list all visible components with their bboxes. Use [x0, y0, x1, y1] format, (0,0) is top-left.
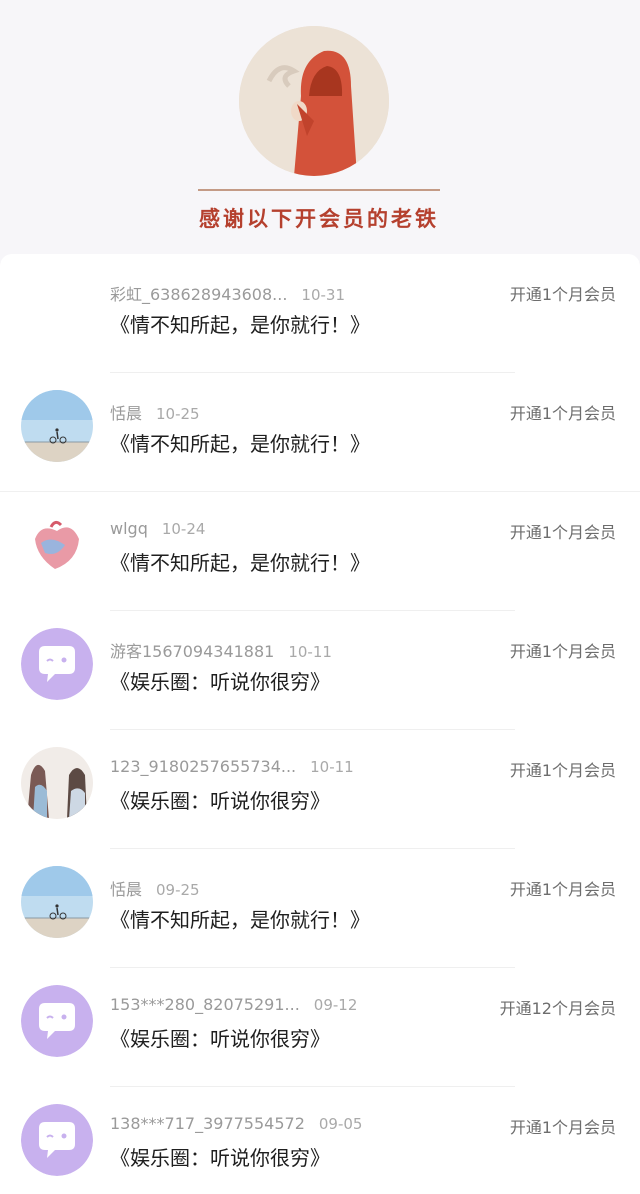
- divider: [198, 189, 440, 191]
- user-meta: 恬晨 09-25: [110, 876, 200, 900]
- avatar[interactable]: [21, 866, 93, 938]
- list-item[interactable]: 153***280_82075291... 09-12 《娱乐圈：听说你很穷》 开…: [0, 968, 640, 1087]
- user-meta: 153***280_82075291... 09-12: [110, 995, 357, 1014]
- list-item[interactable]: 游客1567094341881 10-11 《娱乐圈：听说你很穷》 开通1个月会员: [0, 611, 640, 730]
- username: 123_9180257655734...: [110, 757, 297, 776]
- book-title: 《娱乐圈：听说你很穷》: [110, 670, 330, 694]
- membership-plan: 开通1个月会员: [509, 642, 616, 661]
- date: 09-12: [313, 996, 358, 1014]
- date: 10-24: [161, 520, 206, 538]
- member-list: 彩虹_638628943608... 10-31 《情不知所起，是你就行！》 开通…: [0, 254, 640, 1194]
- username: 138***717_3977554572: [110, 1114, 305, 1133]
- list-item[interactable]: 123_9180257655734... 10-11 《娱乐圈：听说你很穷》 开通…: [0, 730, 640, 849]
- user-meta: 游客1567094341881 10-11: [110, 638, 332, 662]
- list-item[interactable]: 彩虹_638628943608... 10-31 《情不知所起，是你就行！》 开通…: [0, 254, 640, 373]
- username: 彩虹_638628943608...: [110, 285, 288, 304]
- membership-plan: 开通12个月会员: [499, 999, 616, 1018]
- membership-plan: 开通1个月会员: [509, 404, 616, 423]
- list-item[interactable]: wlgq 10-24 《情不知所起，是你就行！》 开通1个月会员: [0, 492, 640, 611]
- book-title: 《情不知所起，是你就行！》: [110, 908, 370, 932]
- book-title: 《情不知所起，是你就行！》: [110, 313, 370, 337]
- date: 10-11: [310, 758, 354, 776]
- thanks-caption: 感谢以下开会员的老铁: [199, 206, 439, 231]
- membership-plan: 开通1个月会员: [509, 880, 616, 899]
- avatar[interactable]: [21, 985, 93, 1057]
- user-meta: 彩虹_638628943608... 10-31: [110, 281, 345, 305]
- book-title: 《情不知所起，是你就行！》: [110, 432, 370, 456]
- header-banner: 感谢以下开会员的老铁: [0, 0, 640, 262]
- avatar[interactable]: [21, 390, 93, 462]
- avatar[interactable]: [21, 509, 93, 581]
- avatar[interactable]: [21, 747, 93, 819]
- username: 恬晨: [110, 880, 143, 899]
- book-title: 《娱乐圈：听说你很穷》: [110, 789, 330, 813]
- avatar[interactable]: [21, 1104, 93, 1176]
- username: 153***280_82075291...: [110, 995, 300, 1014]
- membership-plan: 开通1个月会员: [509, 761, 616, 780]
- username: wlgq: [110, 519, 148, 538]
- username: 游客1567094341881: [110, 642, 275, 661]
- list-item[interactable]: 恬晨 09-25 《情不知所起，是你就行！》 开通1个月会员: [0, 849, 640, 968]
- membership-plan: 开通1个月会员: [509, 523, 616, 542]
- hooded-figure-avatar: [239, 26, 389, 176]
- list-item[interactable]: 138***717_3977554572 09-05 《娱乐圈：听说你很穷》 开通…: [0, 1087, 640, 1194]
- avatar[interactable]: [21, 628, 93, 700]
- user-meta: 恬晨 10-25: [110, 400, 200, 424]
- date: 10-11: [288, 643, 332, 661]
- user-meta: 138***717_3977554572 09-05: [110, 1114, 362, 1133]
- user-meta: 123_9180257655734... 10-11: [110, 757, 354, 776]
- membership-plan: 开通1个月会员: [509, 1118, 616, 1137]
- date: 10-25: [156, 405, 200, 423]
- membership-plan: 开通1个月会员: [509, 285, 616, 304]
- book-title: 《娱乐圈：听说你很穷》: [110, 1146, 330, 1170]
- list-item[interactable]: 恬晨 10-25 《情不知所起，是你就行！》 开通1个月会员: [0, 373, 640, 492]
- date: 10-31: [301, 286, 346, 304]
- book-title: 《情不知所起，是你就行！》: [110, 551, 370, 575]
- book-title: 《娱乐圈：听说你很穷》: [110, 1027, 330, 1051]
- user-meta: wlgq 10-24: [110, 519, 205, 538]
- date: 09-05: [318, 1115, 363, 1133]
- date: 09-25: [156, 881, 200, 899]
- username: 恬晨: [110, 404, 143, 423]
